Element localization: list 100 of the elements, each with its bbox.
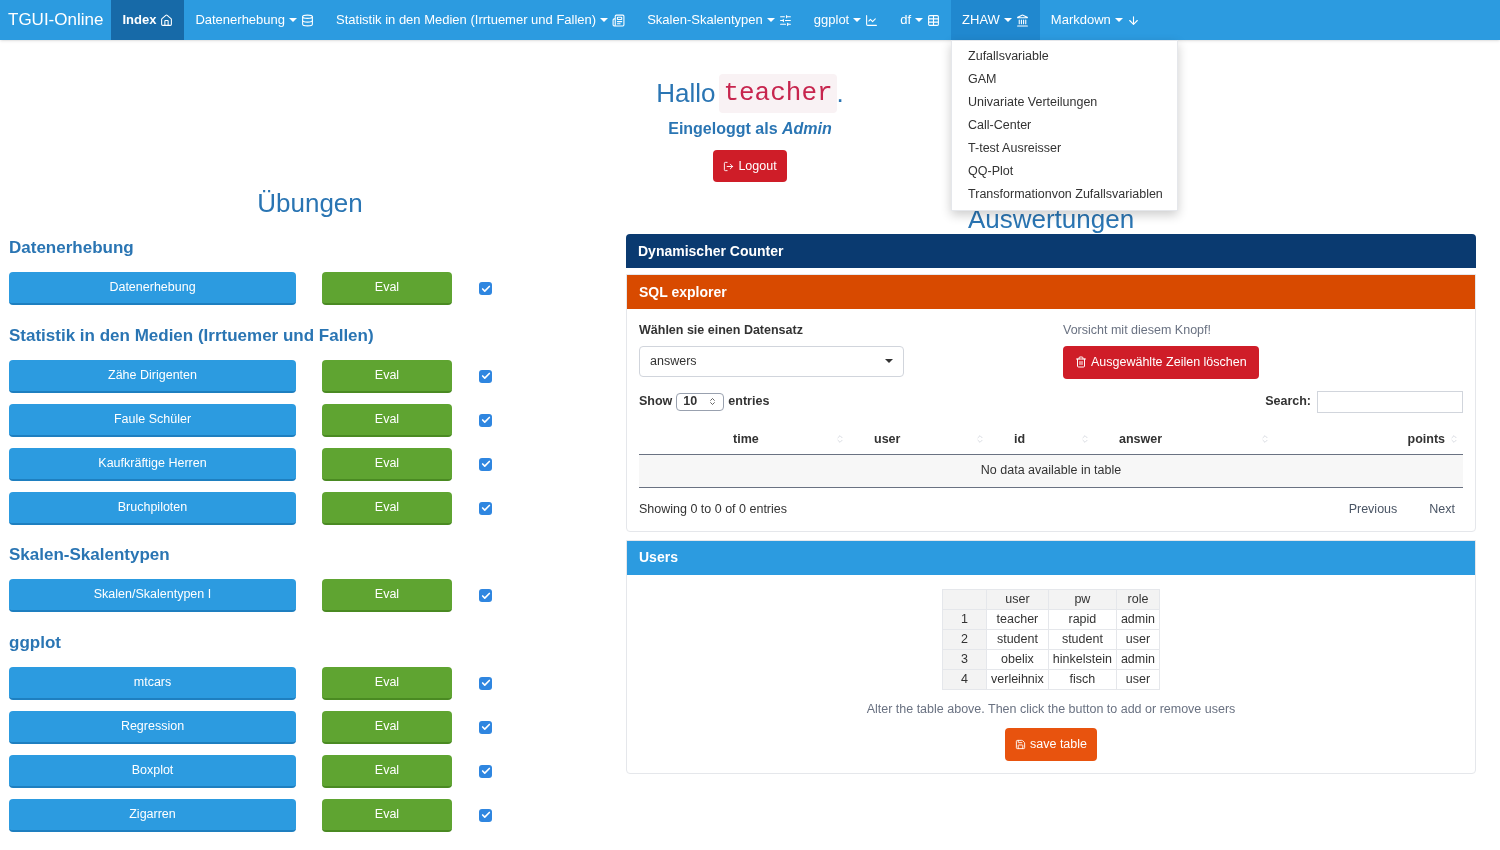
checkbox[interactable] xyxy=(479,720,492,734)
building-icon xyxy=(1015,13,1029,27)
table-cell: fisch xyxy=(1048,669,1117,689)
exercise-button[interactable]: Boxplot xyxy=(9,754,296,788)
exercise-button[interactable]: Bruchpiloten xyxy=(9,491,296,525)
menu-item[interactable]: Call-Center xyxy=(952,114,1178,137)
checkbox[interactable] xyxy=(479,457,492,471)
exercise-button[interactable]: Datenerhebung xyxy=(9,272,296,305)
table-cell: verleihnix xyxy=(986,669,1049,689)
sort-icon xyxy=(1080,434,1090,445)
column-header[interactable]: points xyxy=(1274,429,1463,449)
nav-item[interactable]: Statistik in den Medien (Irrtuemer und Fallen) xyxy=(325,0,637,40)
eval-button[interactable]: Eval xyxy=(322,798,452,832)
eval-button[interactable]: Eval xyxy=(322,359,452,393)
sliders-icon xyxy=(778,13,792,27)
exercise-button[interactable]: Zigarren xyxy=(9,798,296,832)
table-cell: user xyxy=(1116,629,1160,649)
column-header[interactable]: answer xyxy=(1094,429,1274,449)
show-label: Show xyxy=(639,393,673,411)
database-icon xyxy=(301,13,315,27)
nav-item[interactable]: ZHAW xyxy=(951,0,1040,40)
menu-item[interactable]: Univariate Verteilungen xyxy=(952,91,1178,114)
table-cell: user xyxy=(1116,669,1160,689)
page-size-select[interactable]: 10 xyxy=(676,392,725,411)
section-heading: Auswertungen xyxy=(966,204,1136,234)
row-number: 3 xyxy=(942,649,987,669)
table-icon xyxy=(927,13,941,27)
menu-item[interactable]: GAM xyxy=(952,68,1178,91)
nav-item[interactable]: Markdown xyxy=(1039,0,1151,40)
checkbox[interactable] xyxy=(479,282,492,295)
group-title: Skalen-Skalentypen xyxy=(9,544,171,566)
dataset-select[interactable]: answers xyxy=(639,345,904,377)
column-header[interactable]: user xyxy=(849,429,989,449)
menu-item[interactable]: Zufallsvariable xyxy=(952,45,1178,68)
menu-item[interactable]: T-test Ausreisser xyxy=(952,137,1178,160)
table-cell: teacher xyxy=(986,609,1049,629)
checkbox[interactable] xyxy=(479,413,492,427)
menu-item[interactable]: QQ-Plot xyxy=(952,160,1178,183)
row-number: 1 xyxy=(942,609,987,629)
table-info: Showing 0 to 0 of 0 entries xyxy=(639,500,787,518)
sort-icon xyxy=(835,434,845,445)
line-chart-icon xyxy=(865,13,879,27)
stepper-icon xyxy=(708,397,718,407)
group-title: ggplot xyxy=(9,631,62,654)
warning-text: Vorsicht mit diesem Knopf! xyxy=(1063,322,1212,339)
trash-icon xyxy=(1075,356,1087,369)
delete-button[interactable]: Ausgewählte Zeilen löschen xyxy=(1063,345,1259,379)
table-cell: student xyxy=(986,629,1049,649)
sort-icon xyxy=(1260,434,1270,445)
caret-icon xyxy=(1114,18,1123,22)
checkbox[interactable] xyxy=(479,676,492,690)
entries-label: entries xyxy=(728,393,770,411)
eval-button[interactable]: Eval xyxy=(322,491,452,525)
next-link[interactable]: Next xyxy=(1429,499,1455,519)
caret-icon xyxy=(853,18,862,22)
checkbox[interactable] xyxy=(479,764,492,778)
panel-header: SQL explorer xyxy=(627,275,1475,309)
logout-button[interactable]: Logout xyxy=(713,150,787,182)
exercise-button[interactable]: Zähe Dirigenten xyxy=(9,359,296,393)
panel-header: Users xyxy=(627,540,1475,575)
checkbox[interactable] xyxy=(479,808,492,822)
login-status: Eingeloggt als Admin xyxy=(668,119,832,139)
group-title: Datenerhebung xyxy=(9,237,135,259)
logout-icon xyxy=(723,160,735,172)
nav-item[interactable]: ggplot xyxy=(802,0,890,40)
column-header[interactable]: time xyxy=(639,429,849,449)
checkbox[interactable] xyxy=(479,589,492,602)
eval-button[interactable]: Eval xyxy=(322,272,452,305)
checkbox[interactable] xyxy=(479,501,492,515)
brand[interactable]: TGUI-Online xyxy=(0,0,112,40)
save-icon xyxy=(1015,739,1026,751)
exercise-button[interactable]: mtcars xyxy=(9,666,296,700)
eval-button[interactable]: Eval xyxy=(322,710,452,744)
nav-item[interactable]: df xyxy=(889,0,952,40)
caret-icon xyxy=(885,359,893,364)
previous-link[interactable]: Previous xyxy=(1348,499,1398,519)
column-header: role xyxy=(1116,589,1160,609)
exercise-button[interactable]: Regression xyxy=(9,710,296,744)
eval-button[interactable]: Eval xyxy=(322,754,452,788)
eval-button[interactable]: Eval xyxy=(322,447,452,481)
nav-item[interactable]: Datenerhebung xyxy=(184,0,326,40)
exercise-button[interactable]: Kaufkräftige Herren xyxy=(9,447,296,481)
nav-item[interactable]: Index xyxy=(111,0,185,40)
exercise-button[interactable]: Faule Schüler xyxy=(9,403,296,437)
eval-button[interactable]: Eval xyxy=(322,403,452,437)
column-header[interactable]: id xyxy=(989,429,1094,449)
exercise-button[interactable]: Skalen/Skalentypen I xyxy=(9,579,296,612)
eval-button[interactable]: Eval xyxy=(322,579,452,612)
checkbox[interactable] xyxy=(479,369,492,383)
caret-icon xyxy=(600,18,609,22)
sort-icon xyxy=(975,434,985,445)
menu-item[interactable]: Transformationvon Zufallsvariablen xyxy=(952,183,1178,206)
home-icon xyxy=(160,13,174,27)
search-field[interactable] xyxy=(1317,390,1463,413)
save-button[interactable]: save table xyxy=(1005,728,1097,762)
nav-item[interactable]: Skalen-Skalentypen xyxy=(636,0,803,40)
eval-button[interactable]: Eval xyxy=(322,666,452,700)
caret-icon xyxy=(915,18,924,22)
table-cell: rapid xyxy=(1048,609,1117,629)
row-number: 2 xyxy=(942,629,987,649)
